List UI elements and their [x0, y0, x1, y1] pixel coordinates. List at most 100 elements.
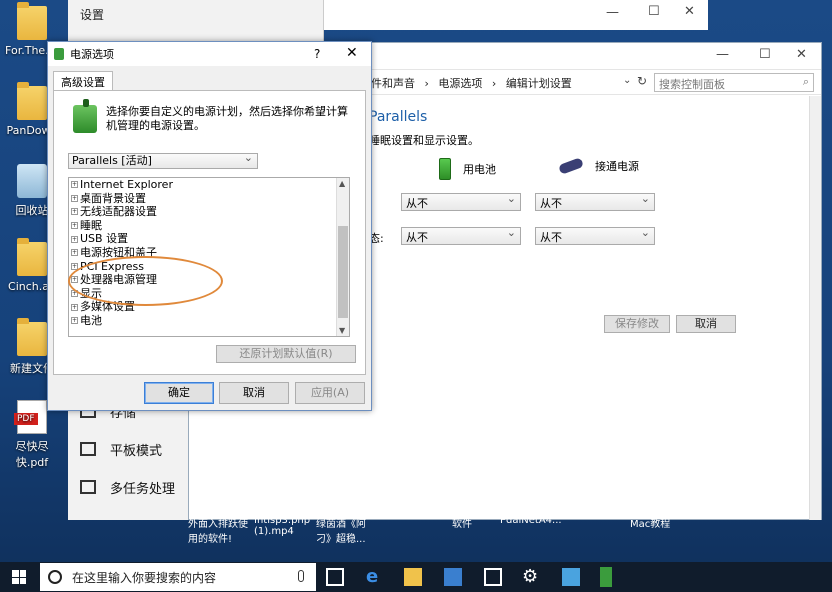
settings-title: 设置	[80, 8, 105, 22]
search-placeholder: 在这里输入你要搜索的内容	[72, 570, 217, 585]
expand-icon[interactable]: +	[71, 303, 78, 311]
task-label[interactable]: 外面入排跃使 用的软件!	[188, 515, 248, 545]
start-button[interactable]	[12, 570, 26, 584]
recycle-bin-icon	[17, 164, 47, 198]
search-input[interactable]: 搜索控制面板 ⌕	[654, 73, 814, 92]
expand-icon[interactable]: +	[71, 249, 78, 257]
tablet-mode-icon	[80, 442, 96, 456]
help-button[interactable]: ?	[314, 47, 320, 61]
tree-item-label: 电池	[80, 313, 102, 327]
restore-defaults-button[interactable]: 还原计划默认值(R)	[216, 345, 356, 363]
expand-icon[interactable]: +	[71, 181, 78, 189]
task-label[interactable]: Intisp3.php (1).mp4	[254, 515, 310, 537]
apply-button[interactable]: 应用(A)	[295, 382, 365, 404]
column-label: 接通电源	[595, 160, 639, 173]
close-button[interactable]: ✕	[346, 45, 358, 61]
tab-advanced-settings[interactable]: 高级设置	[53, 71, 113, 91]
battery-icon	[439, 158, 451, 180]
power-plan-icon	[73, 99, 97, 133]
settings-item-tablet-mode[interactable]: 平板模式	[80, 434, 162, 464]
cancel-button[interactable]: 取消	[676, 315, 736, 333]
task-view-icon[interactable]	[326, 568, 344, 586]
settings-item-multitasking[interactable]: 多任务处理	[80, 472, 175, 502]
mail-icon[interactable]	[484, 568, 502, 586]
settings-caption-bar: — ☐ ✕	[324, 0, 708, 30]
settings-gear-icon[interactable]: ⚙	[522, 568, 540, 586]
tree-item-usb-settings[interactable]: + USB 设置	[69, 232, 349, 246]
folder-icon	[17, 238, 47, 276]
maximize-icon[interactable]: ☐	[648, 4, 660, 19]
close-icon[interactable]: ✕	[796, 47, 807, 62]
select-value: 从不	[540, 231, 562, 244]
search-icon: ⌕	[802, 75, 809, 88]
ok-button[interactable]: 确定	[144, 382, 214, 404]
dialog-title-bar: 电源选项 ? ✕	[48, 42, 371, 66]
tree-item-wireless-adapter[interactable]: + 无线适配器设置	[69, 205, 349, 219]
cancel-button[interactable]: 取消	[219, 382, 289, 404]
select-value: 从不	[540, 197, 562, 210]
close-icon[interactable]: ✕	[684, 4, 695, 19]
display-off-battery-select[interactable]: 从不	[401, 192, 521, 211]
expand-icon[interactable]: +	[71, 317, 78, 325]
tree-item-internet-explorer[interactable]: + Internet Explorer	[69, 178, 349, 192]
control-panel-icon[interactable]	[562, 568, 580, 586]
instruction-text: 选择你要自定义的电源计划，然后选择你希望计算机管理的电源设置。	[106, 105, 348, 132]
plan-title: Parallels	[369, 109, 428, 125]
breadcrumb-item[interactable]: 件和声音	[371, 77, 415, 90]
power-options-taskbar-icon[interactable]	[600, 567, 612, 587]
tree-item-sleep[interactable]: + 睡眠	[69, 219, 349, 233]
settings-item-label: 多任务处理	[110, 481, 176, 497]
scroll-up-icon[interactable]: ▲	[339, 179, 345, 188]
sleep-plugged-select[interactable]: 从不	[535, 226, 655, 245]
minimize-icon[interactable]: —	[716, 47, 729, 62]
desktop-icon-label: 尽快尽快.pdf	[15, 440, 49, 469]
cortana-icon	[48, 570, 62, 584]
maximize-icon[interactable]: ☐	[759, 47, 771, 62]
column-header-battery: 用电池	[439, 158, 496, 180]
power-options-icon	[54, 48, 64, 60]
breadcrumb-item[interactable]: 电源选项	[438, 77, 482, 90]
breadcrumb-item[interactable]: 编辑计划设置	[506, 77, 572, 90]
tree-item-label: USB 设置	[80, 232, 129, 246]
task-label[interactable]: Mac教程	[630, 515, 670, 530]
save-changes-button[interactable]: 保存修改	[604, 315, 670, 333]
store-icon[interactable]	[444, 568, 462, 586]
tree-item-label: 睡眠	[80, 218, 102, 232]
scrollbar-thumb[interactable]	[338, 226, 348, 318]
sleep-battery-select[interactable]: 从不	[401, 226, 521, 245]
scrollbar[interactable]	[809, 96, 821, 520]
advanced-settings-panel: 选择你要自定义的电源计划，然后选择你希望计算机管理的电源设置。 Parallel…	[53, 90, 366, 375]
expand-icon[interactable]: +	[71, 208, 78, 216]
expand-icon[interactable]: +	[71, 235, 78, 243]
display-off-plugged-select[interactable]: 从不	[535, 192, 655, 211]
refresh-icon[interactable]: ↻	[637, 74, 647, 88]
column-label: 用电池	[463, 163, 496, 176]
microphone-icon[interactable]	[298, 570, 304, 582]
scroll-down-icon[interactable]: ▼	[339, 326, 345, 335]
expand-icon[interactable]: +	[71, 222, 78, 230]
search-placeholder: 搜索控制面板	[659, 78, 725, 91]
task-label[interactable]: PdalNetA4...	[500, 515, 562, 526]
select-value: 从不	[406, 197, 428, 210]
select-value: 从不	[406, 231, 428, 244]
column-header-plugged-in: 接通电源	[558, 157, 639, 175]
taskbar: 在这里输入你要搜索的内容 e ⚙	[0, 562, 832, 592]
settings-tree: + Internet Explorer + 桌面背景设置 + 无线适配器设置 + 睡眠 …	[68, 177, 350, 337]
tree-item-desktop-background[interactable]: + 桌面背景设置	[69, 192, 349, 206]
file-explorer-icon[interactable]	[404, 568, 422, 586]
power-plug-icon	[558, 157, 584, 175]
multitasking-icon	[80, 480, 96, 494]
tree-item-battery[interactable]: + 电池	[69, 314, 349, 328]
expand-icon[interactable]: +	[71, 194, 78, 202]
task-label[interactable]: 绿茵酒《阿 刁》超稳...	[316, 515, 366, 545]
dropdown-arrow-icon[interactable]: ⌄	[623, 75, 631, 86]
edge-browser-icon[interactable]: e	[366, 568, 384, 586]
minimize-icon[interactable]: —	[606, 5, 619, 20]
select-value: Parallels [活动]	[72, 154, 152, 167]
plan-select[interactable]: Parallels [活动]	[68, 151, 258, 169]
tree-scrollbar[interactable]: ▲ ▼	[336, 178, 349, 336]
breadcrumb-separator: ›	[424, 77, 429, 90]
task-label[interactable]: 软件	[452, 515, 472, 530]
pdf-file-icon: PDF	[14, 400, 47, 434]
taskbar-search-input[interactable]: 在这里输入你要搜索的内容	[40, 563, 316, 591]
